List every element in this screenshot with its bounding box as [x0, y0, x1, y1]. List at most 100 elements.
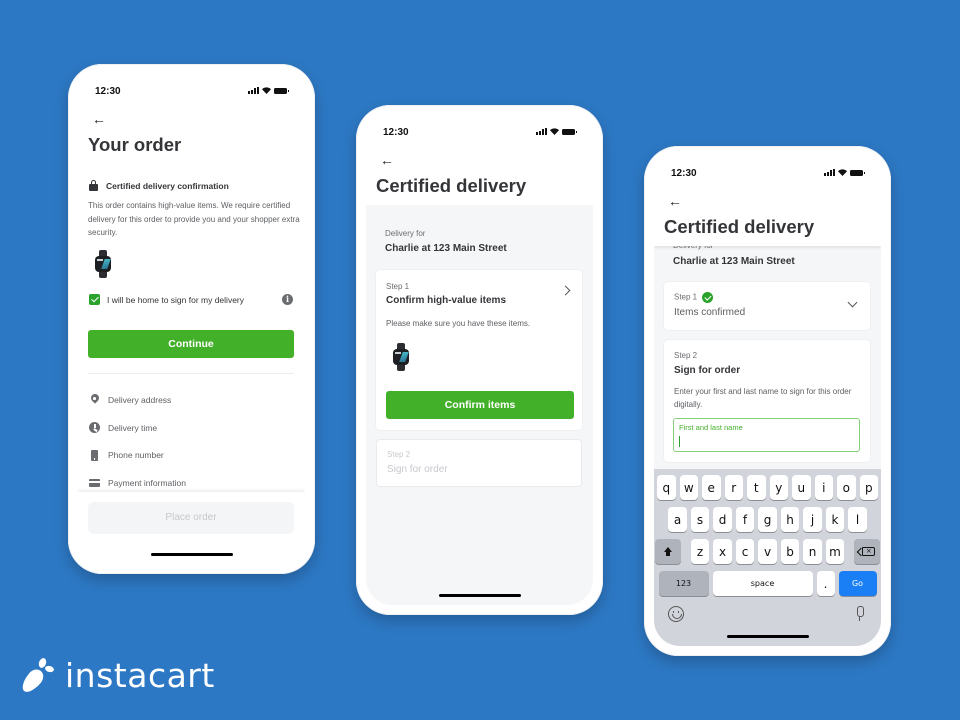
list-item-delivery-time[interactable]: Delivery time — [89, 414, 186, 442]
key-n[interactable]: n — [803, 539, 822, 564]
order-details-list: Delivery address Delivery time Phone num… — [89, 386, 186, 497]
key-a[interactable]: a — [668, 507, 687, 532]
checkbox-label: I will be home to sign for my delivery — [107, 294, 244, 305]
backspace-key[interactable]: × — [854, 539, 881, 564]
confirm-items-button[interactable]: Confirm items — [386, 391, 574, 419]
keyboard: q w e r t y u i o p a s d f g h j k l z … — [654, 469, 881, 646]
delivery-for-value: Charlie at 123 Main Street — [673, 256, 795, 267]
key-h[interactable]: h — [780, 507, 800, 532]
key-j[interactable]: j — [803, 507, 822, 532]
key-y[interactable]: y — [769, 475, 788, 500]
wifi-icon — [262, 87, 271, 94]
shift-icon — [663, 546, 673, 557]
key-i[interactable]: i — [814, 475, 833, 500]
key-f[interactable]: f — [735, 507, 755, 532]
keyboard-row-4: 123 space . Go — [654, 571, 881, 596]
backspace-icon: × — [862, 547, 876, 556]
go-key[interactable]: Go — [838, 571, 877, 596]
logo-wordmark: instacart — [65, 656, 215, 695]
divider — [88, 373, 294, 374]
page-title: Certified delivery — [664, 216, 815, 237]
step1-card: Step 1 Confirm high-value items Please m… — [376, 270, 582, 430]
back-arrow-icon[interactable]: ← — [380, 153, 394, 167]
card-icon — [89, 477, 100, 488]
list-item-label: Delivery address — [108, 394, 172, 405]
status-time: 12:30 — [383, 127, 409, 138]
back-arrow-icon[interactable]: ← — [92, 112, 106, 126]
delivery-for-value: Charlie at 123 Main Street — [385, 243, 507, 254]
numbers-key[interactable]: 123 — [658, 571, 709, 596]
key-s[interactable]: s — [690, 507, 710, 532]
key-z[interactable]: z — [690, 539, 710, 564]
key-g[interactable]: g — [758, 507, 777, 532]
key-l[interactable]: l — [848, 507, 867, 532]
step2-card: Step 2 Sign for order Enter your first a… — [664, 340, 870, 462]
period-key[interactable]: . — [816, 571, 835, 596]
certified-delivery-row: Certified delivery confirmation — [89, 180, 229, 191]
list-item-label: Payment information — [108, 477, 186, 488]
page-title: Certified delivery — [376, 175, 527, 196]
emoji-icon[interactable] — [668, 606, 684, 622]
chevron-right-icon[interactable] — [560, 285, 571, 296]
key-t[interactable]: t — [747, 475, 766, 500]
info-icon[interactable]: i — [282, 294, 293, 305]
key-b[interactable]: b — [780, 539, 800, 564]
smartwatch-image — [95, 250, 111, 278]
signal-icon — [824, 169, 835, 176]
step1-title: Confirm high-value items — [386, 295, 507, 306]
key-m[interactable]: m — [825, 539, 845, 564]
step2-description: Enter your first and last name to sign f… — [674, 387, 852, 409]
list-item-phone-number[interactable]: Phone number — [89, 441, 186, 469]
key-k[interactable]: k — [825, 507, 845, 532]
step2-label: Step 2 — [674, 351, 698, 360]
lock-icon — [89, 180, 98, 191]
list-item-label: Delivery time — [108, 422, 158, 433]
key-d[interactable]: d — [713, 507, 732, 532]
key-q[interactable]: q — [657, 475, 676, 500]
phone-certified-step1: 12:30 ← Certified delivery Delivery for … — [356, 105, 603, 615]
back-arrow-icon[interactable]: ← — [668, 194, 682, 208]
signal-icon — [248, 87, 259, 94]
phone-your-order: 12:30 ← Your order Certified delivery co… — [68, 64, 315, 574]
step1-card[interactable]: Step 1 Items confirmed — [664, 282, 870, 330]
key-x[interactable]: x — [713, 539, 732, 564]
keyboard-row-1: q w e r t y u i o p — [654, 475, 881, 500]
home-indicator — [150, 553, 233, 556]
name-input[interactable]: First and last name — [673, 418, 860, 452]
home-indicator — [438, 594, 521, 597]
status-bar: 12:30 — [366, 115, 593, 145]
key-p[interactable]: p — [859, 475, 878, 500]
continue-button[interactable]: Continue — [88, 330, 294, 358]
shift-key[interactable] — [654, 539, 681, 564]
microphone-icon[interactable] — [854, 606, 864, 622]
list-item-delivery-address[interactable]: Delivery address — [89, 386, 186, 414]
home-to-sign-checkbox[interactable] — [89, 294, 100, 305]
step2-card: Step 2 Sign for order — [376, 439, 582, 487]
status-bar: 12:30 — [78, 74, 305, 104]
step2-title: Sign for order — [387, 464, 448, 475]
place-order-button[interactable]: Place order — [88, 502, 294, 534]
step1-label: Step 1 — [674, 292, 698, 302]
header: 12:30 ← Certified delivery — [654, 156, 881, 246]
home-to-sign-checkbox-row[interactable]: I will be home to sign for my delivery — [89, 294, 244, 305]
key-v[interactable]: v — [758, 539, 777, 564]
space-key[interactable]: space — [712, 571, 813, 596]
key-u[interactable]: u — [792, 475, 811, 500]
status-time: 12:30 — [95, 86, 121, 97]
key-c[interactable]: c — [735, 539, 755, 564]
status-time: 12:30 — [671, 168, 697, 179]
battery-icon — [850, 169, 865, 176]
pin-icon — [89, 394, 100, 405]
key-o[interactable]: o — [837, 475, 856, 500]
key-r[interactable]: r — [724, 475, 743, 500]
clock-icon — [89, 422, 100, 434]
key-w[interactable]: w — [679, 475, 698, 500]
battery-icon — [274, 87, 289, 94]
phone-icon — [89, 449, 100, 461]
chevron-down-icon[interactable] — [847, 297, 858, 308]
screen-your-order: 12:30 ← Your order Certified delivery co… — [78, 74, 305, 564]
delivery-for-label: Delivery for — [385, 229, 426, 238]
footer: Place order — [78, 492, 305, 564]
screen-certified-step1: 12:30 ← Certified delivery Delivery for … — [366, 115, 593, 605]
key-e[interactable]: e — [702, 475, 721, 500]
